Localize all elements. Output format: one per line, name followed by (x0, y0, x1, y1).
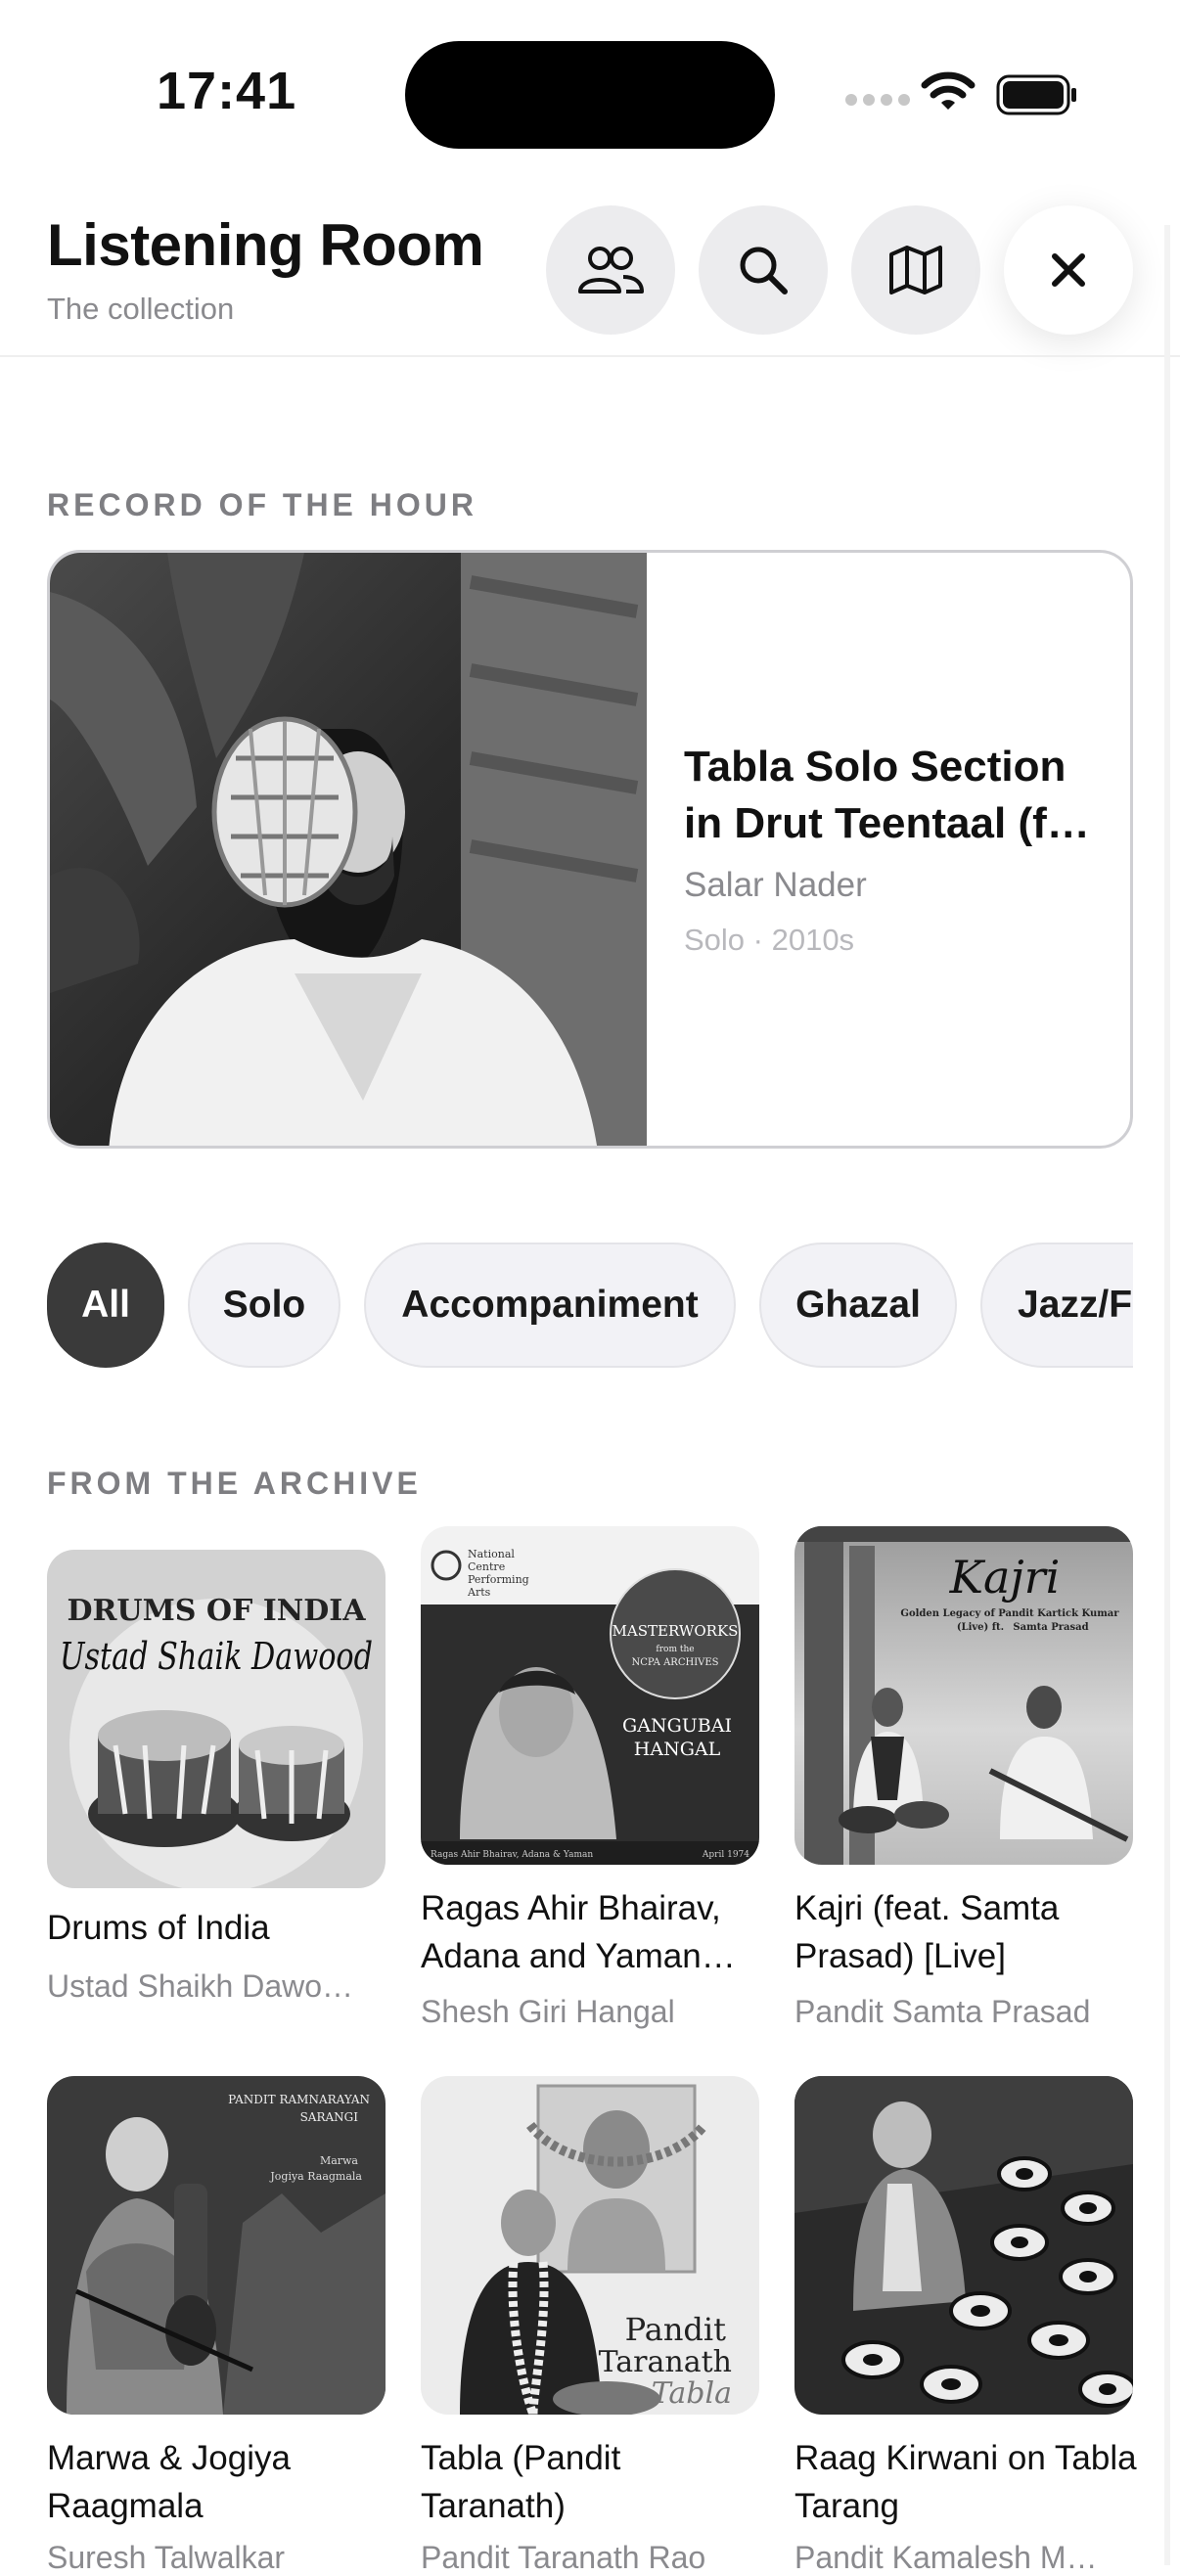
cover-text: Ustad Shaik Dawood (60, 1635, 373, 1678)
filter-chip-solo[interactable]: Solo (188, 1243, 340, 1368)
album-artist: Pandit Kamalesh M… (794, 2540, 1098, 2575)
cover-text: Kajri (949, 1551, 1061, 1604)
cover-text: MASTERWORKS (613, 1622, 739, 1640)
cover-text: Pandit (625, 2311, 727, 2348)
album-cover-art: Kajri Golden Legacy of Pandit Kartick Ku… (794, 1526, 1133, 1865)
album-cover-art (794, 2076, 1133, 2415)
status-time: 17:41 (157, 62, 297, 120)
album-artist: Pandit Samta Prasad (794, 1994, 1091, 2029)
album-title: Ragas Ahir Bhairav, Adana and Yaman… (421, 1889, 736, 1975)
filter-chip-accompaniment[interactable]: Accompaniment (364, 1243, 736, 1368)
cover-text: DRUMS OF INDIA (67, 1594, 366, 1628)
featured-cover-art (50, 553, 647, 1146)
section-heading-from-the-archive: FROM THE ARCHIVE (47, 1466, 422, 1501)
close-icon (1052, 253, 1085, 287)
page-subtitle: The collection (47, 292, 235, 326)
search-icon (740, 247, 788, 294)
filter-chip-bar: All Solo Accompaniment Ghazal Jazz/F (47, 1243, 1133, 1372)
album-title: Kajri (feat. Samta Prasad) [Live] (794, 1889, 1060, 1975)
album-cover-art: National Centre Performing Arts MASTERWO… (421, 1526, 759, 1865)
cellular-signal-icon (845, 94, 910, 106)
cover-text: Tabla (652, 2376, 732, 2411)
album-card[interactable]: Kajri Golden Legacy of Pandit Kartick Ku… (794, 1526, 1147, 2029)
album-card[interactable]: National Centre Performing Arts MASTERWO… (421, 1526, 773, 2029)
people-icon (578, 247, 644, 294)
album-title: Drums of India (47, 1909, 270, 1947)
cover-text: from the (656, 1645, 694, 1654)
cover-text: NCPA ARCHIVES (631, 1657, 718, 1668)
cover-text: National (468, 1548, 515, 1560)
wifi-icon (921, 71, 976, 110)
featured-artist: Salar Nader (684, 866, 867, 904)
featured-meta: Solo · 2010s (684, 923, 855, 957)
map-button[interactable] (851, 205, 980, 335)
cover-text: GANGUBAI (622, 1715, 732, 1737)
cover-text: Samta Prasad (1013, 1622, 1088, 1633)
album-artist: Pandit Taranath Rao (421, 2540, 706, 2575)
sheet-edge (1164, 225, 1170, 2565)
album-title: Marwa & Jogiya Raagmala (47, 2439, 291, 2525)
cover-text: Jogiya Raagmala (269, 2170, 362, 2183)
album-artist: Shesh Giri Hangal (421, 1994, 675, 2029)
cover-text: PANDIT RAMNARAYAN (228, 2093, 370, 2106)
cover-text: Ragas Ahir Bhairav, Adana & Yaman (431, 1850, 593, 1860)
cover-text: SARANGI (300, 2110, 359, 2124)
page-title: Listening Room (47, 212, 484, 278)
album-card[interactable]: Raag Kirwani on Tabla Tarang Pandit Kama… (794, 2076, 1147, 2575)
battery-icon (996, 74, 1076, 115)
dynamic-island (405, 41, 775, 149)
album-cover-art: Pandit Taranath Tabla (421, 2076, 759, 2415)
album-cover-art: PANDIT RAMNARAYAN SARANGI Marwa Jogiya R… (47, 2076, 386, 2415)
section-heading-record-of-the-hour: RECORD OF THE HOUR (47, 487, 477, 522)
map-icon (889, 246, 942, 294)
album-cover-art: DRUMS OF INDIA Ustad Shaik Dawood (47, 1550, 386, 1888)
filter-chip-all[interactable]: All (47, 1243, 164, 1368)
cover-text: Marwa (320, 2154, 358, 2167)
filter-chip-jazz[interactable]: Jazz/F (980, 1243, 1133, 1368)
album-artist: Ustad Shaikh Dawo… (47, 1968, 354, 2004)
people-button[interactable] (546, 205, 675, 335)
close-button[interactable] (1004, 205, 1133, 335)
album-card[interactable]: PANDIT RAMNARAYAN SARANGI Marwa Jogiya R… (47, 2076, 399, 2575)
album-title: Tabla (Pandit Taranath) (421, 2439, 621, 2525)
album-card[interactable]: DRUMS OF INDIA Ustad Shaik Dawood Drums … (47, 1550, 399, 2019)
album-card[interactable]: Pandit Taranath Tabla Tabla (Pandit Tara… (421, 2076, 773, 2575)
cover-text: HANGAL (634, 1739, 721, 1760)
album-title: Raag Kirwani on Tabla Tarang (794, 2439, 1137, 2525)
cover-text: April 1974 (702, 1850, 749, 1860)
header-divider (0, 355, 1180, 357)
featured-record-card[interactable]: Tabla Solo Section in Drut Teentaal (f… … (47, 550, 1133, 1149)
cover-text: (Live) ft. (957, 1622, 1004, 1633)
cover-text: Taranath (599, 2345, 732, 2379)
search-button[interactable] (699, 205, 828, 335)
filter-chip-ghazal[interactable]: Ghazal (759, 1243, 957, 1368)
cover-text: Golden Legacy of Pandit Kartick Kumar (900, 1608, 1119, 1619)
featured-title: Tabla Solo Section in Drut Teentaal (f… (684, 743, 1090, 847)
cover-text: Performing (468, 1573, 529, 1586)
cover-text: Arts (467, 1586, 491, 1599)
cover-text: Centre (468, 1560, 505, 1573)
album-artist: Suresh Talwalkar (47, 2540, 286, 2575)
